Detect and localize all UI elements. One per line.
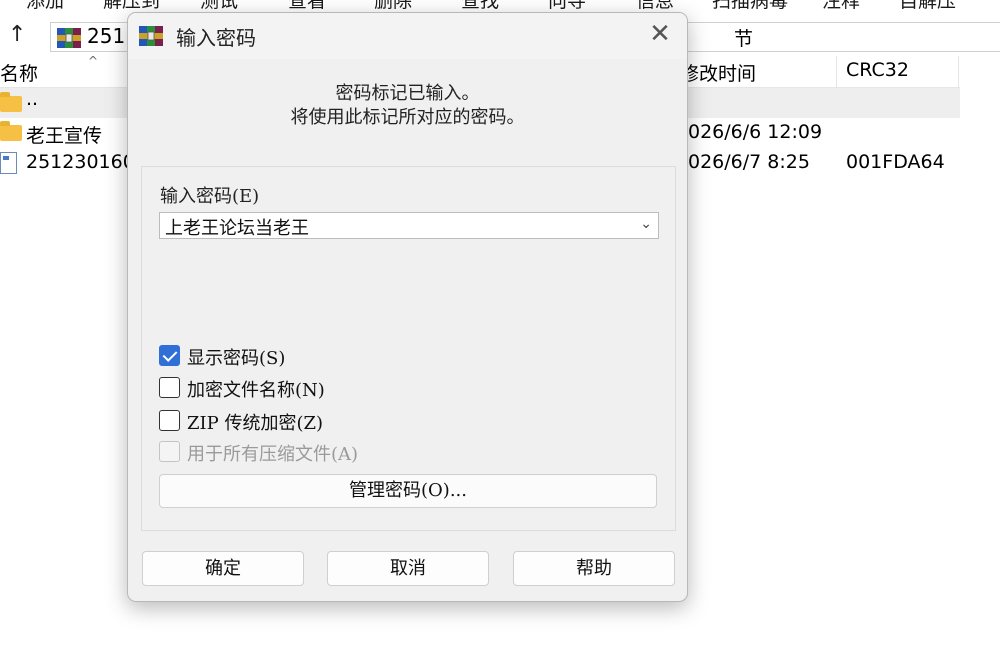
password-combo[interactable]: 上老王论坛当老王 ⌄ — [159, 212, 659, 239]
checkbox-label: ZIP 传统加密(Z) — [187, 413, 324, 434]
winrar-icon — [139, 26, 163, 46]
cancel-button[interactable]: 取消 — [327, 551, 489, 586]
checkbox-label: 加密文件名称(N) — [187, 380, 325, 401]
folder-up-icon — [0, 92, 22, 112]
winrar-icon — [57, 28, 81, 48]
file-modified: 026/6/6 12:09 — [688, 121, 823, 143]
file-crc: 001FDA64 — [846, 151, 945, 173]
help-button[interactable]: 帮助 — [513, 551, 675, 586]
dialog-title-bar[interactable]: 输入密码 ✕ — [128, 13, 687, 59]
password-dialog: 输入密码 ✕ 密码标记已输入。 将使用此标记所对应的密码。 输入密码(E) 上老… — [127, 12, 688, 602]
dialog-message-line1: 密码标记已输入。 — [335, 83, 480, 104]
toolbar-comment[interactable]: 注释 — [822, 0, 860, 13]
address-path-tail: 节 — [734, 28, 754, 50]
password-group: 输入密码(E) 上老王论坛当老王 ⌄ 显示密码(S) 加密文件名称(N) ZIP… — [141, 166, 676, 531]
toolbar-sfx[interactable]: 自解压 — [899, 0, 956, 13]
ok-button[interactable]: 确定 — [142, 551, 304, 586]
column-divider[interactable] — [958, 56, 959, 88]
archive-path-text: 251 — [87, 24, 126, 48]
checkbox-checked[interactable] — [159, 345, 180, 366]
checkbox-label: 显示密码(S) — [187, 348, 286, 369]
password-label: 输入密码(E) — [160, 186, 260, 207]
file-name: 251230160 — [26, 151, 135, 173]
checkbox-unchecked[interactable] — [159, 377, 180, 398]
file-modified: 026/6/7 8:25 — [688, 151, 810, 173]
toolbar-add[interactable]: 添加 — [26, 0, 64, 13]
dialog-message-line2: 将使用此标记所对应的密码。 — [290, 107, 525, 128]
checkbox-unchecked[interactable] — [159, 410, 180, 431]
password-value: 上老王论坛当老王 — [165, 218, 309, 239]
checkbox-label: 用于所有压缩文件(A) — [187, 444, 359, 465]
image-file-icon — [0, 152, 17, 174]
checkbox-disabled — [159, 441, 180, 462]
file-name: 老王宣传 — [26, 125, 103, 147]
column-modified[interactable]: 修改时间 — [680, 59, 756, 86]
column-name[interactable]: 名称 — [0, 59, 38, 86]
dialog-title: 输入密码 — [176, 26, 256, 50]
arrow-up-icon[interactable]: ↑ — [8, 22, 26, 47]
column-crc[interactable]: CRC32 — [846, 59, 909, 81]
column-divider[interactable] — [836, 56, 837, 88]
sort-ascending-icon: ^ — [88, 54, 99, 68]
close-icon[interactable]: ✕ — [645, 19, 675, 49]
folder-icon — [0, 121, 22, 141]
chevron-down-icon[interactable]: ⌄ — [640, 216, 652, 232]
file-name: .. — [26, 88, 39, 110]
toolbar-virus-scan[interactable]: 扫描病毒 — [712, 0, 788, 13]
manage-passwords-button[interactable]: 管理密码(O)... — [159, 474, 657, 508]
